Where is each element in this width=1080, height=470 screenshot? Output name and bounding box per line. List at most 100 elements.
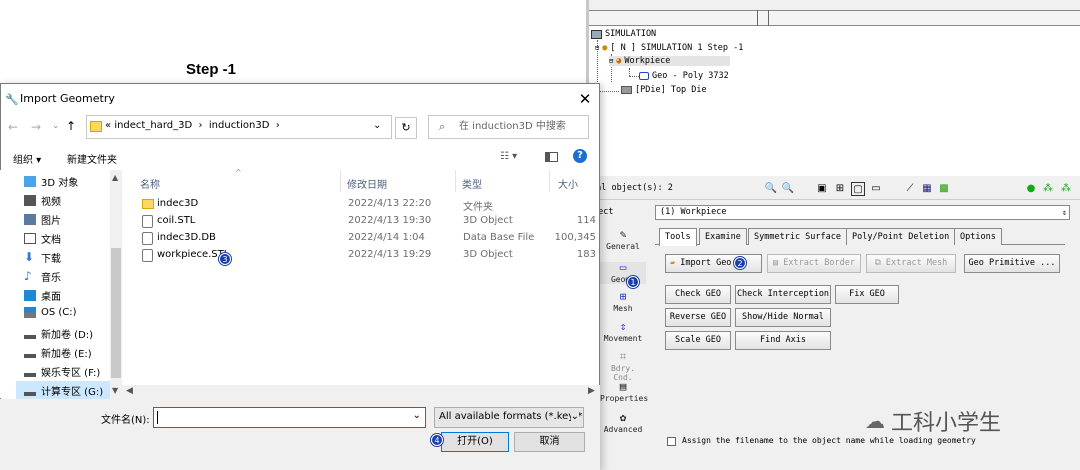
collapse-icon[interactable]: ⊟ (609, 57, 613, 65)
file-row[interactable]: workpiece.STL 2022/4/13 19:29 3D Object … (140, 247, 600, 265)
show-hide-normal-button[interactable]: Show/Hide Normal (735, 308, 831, 327)
extract-border-button[interactable]: ▤ Extract Border (767, 254, 861, 273)
nav-item-3d-objects[interactable]: 3D 对象 (24, 174, 78, 189)
scroll-down-icon[interactable]: ▼ (112, 386, 118, 395)
refresh-icon[interactable]: ↻ (395, 117, 417, 139)
nav-item-documents[interactable]: 文档 (24, 231, 61, 246)
select-icon[interactable]: ▣ (815, 182, 829, 196)
file-row[interactable]: indec3D.DB 2022/4/14 1:04 Data Base File… (140, 230, 600, 248)
organize-button[interactable]: 组织 ▾ (13, 151, 41, 166)
nav-item-videos[interactable]: 视频 (24, 193, 61, 208)
scroll-right-icon[interactable]: ▶ (588, 386, 595, 396)
check-geo-button[interactable]: Check GEO (665, 285, 731, 304)
address-dropdown-icon[interactable]: ⌄ (373, 120, 381, 131)
mesh-icon[interactable]: ▩ (937, 182, 951, 196)
object-tree[interactable]: SIMULATION ⊟ ● [ N ] SIMULATION 1 Step -… (589, 26, 1080, 176)
reverse-geo-button[interactable]: Reverse GEO (665, 308, 731, 327)
search-input[interactable]: ⌕ 在 induction3D 中搜索 (428, 115, 589, 139)
sidebar-item-mesh[interactable]: ⊞ Mesh (600, 291, 646, 314)
object-select[interactable]: (1) Workpiece ⇕ (655, 205, 1070, 220)
measure-icon[interactable]: ⟋ (903, 182, 917, 196)
sidebar-item-properties[interactable]: ▤ Properties (600, 381, 648, 404)
nav-item-drive-d[interactable]: 新加卷 (D:) (24, 326, 93, 341)
zoom-icon[interactable]: 🔍 (764, 182, 778, 196)
view-icon[interactable]: ▢ (851, 182, 865, 196)
nav-item-drive-f[interactable]: 娱乐专区 (F:) (24, 364, 100, 379)
nav-item-drive-e[interactable]: 新加卷 (E:) (24, 345, 92, 360)
column-type[interactable]: 类型 (462, 176, 482, 191)
cube-icon[interactable]: ▦ (920, 182, 934, 196)
chevron-down-icon[interactable]: ⌄ (570, 411, 579, 422)
forward-icon[interactable]: → (31, 120, 41, 134)
up-icon[interactable]: ↑ (66, 119, 76, 133)
grid-icon[interactable]: ⊞ (833, 182, 847, 196)
nav-scrollbar[interactable]: ▲ ▼ (110, 170, 122, 400)
tab-symmetric-surface[interactable]: Symmetric Surface (748, 228, 847, 245)
scroll-thumb[interactable] (111, 248, 121, 378)
tools-tab-body (655, 244, 1065, 459)
view-options-icon[interactable]: ☷ ▾ (500, 151, 517, 162)
step-badge: 3 (219, 253, 231, 265)
column-date[interactable]: 修改日期 (347, 176, 387, 191)
simulation-run-icon: ● (602, 43, 608, 53)
chevron-down-icon[interactable]: ⌄ (413, 410, 421, 421)
open-button[interactable]: 打开(O) (441, 432, 509, 452)
dialog-title: Import Geometry (20, 92, 115, 105)
nav-item-drive-g[interactable]: 计算专区 (G:) (24, 383, 103, 398)
scroll-up-icon[interactable]: ▲ (112, 173, 118, 182)
nodes-icon[interactable]: ⁂ (1059, 182, 1073, 196)
tree-node-simulation[interactable]: SIMULATION (591, 29, 656, 39)
extract-mesh-button[interactable]: ⧉ Extract Mesh (866, 254, 956, 273)
extract-mesh-icon: ⧉ (874, 258, 881, 268)
collapse-icon[interactable]: ⊟ (595, 44, 599, 52)
video-icon (24, 195, 36, 206)
file-format-select[interactable]: All available formats (*.key * ⌄ (434, 407, 584, 428)
cancel-button[interactable]: 取消 (514, 432, 585, 452)
nav-item-desktop[interactable]: 桌面 (24, 288, 61, 303)
sidebar-item-movement[interactable]: ⇕ Movement (600, 321, 646, 344)
tree-node-topdie[interactable]: [PDie] Top Die (621, 85, 707, 95)
import-geo-button[interactable]: ▰ Import Geo (665, 254, 762, 273)
drive-icon (24, 385, 36, 396)
column-size[interactable]: 大小 (558, 176, 578, 191)
spin-icon[interactable]: ⇕ (1062, 206, 1067, 219)
file-list-hscrollbar[interactable]: ◀ ▶ (122, 385, 600, 399)
file-row[interactable]: indec3D 2022/4/13 22:20 文件夹 (140, 196, 600, 214)
tree-node-sim1[interactable]: ⊟ ● [ N ] SIMULATION 1 Step -1 (595, 43, 743, 53)
zoom-out-icon[interactable]: 🔍 (781, 182, 795, 196)
sidebar-item-geometry[interactable]: ▭ Geome (600, 262, 646, 284)
tree-node-geo[interactable]: Geo - Poly 3732 (639, 71, 729, 81)
nav-item-pictures[interactable]: 图片 (24, 212, 61, 227)
preview-pane-icon[interactable] (545, 152, 558, 162)
fix-geo-button[interactable]: Fix GEO (835, 285, 899, 304)
help-icon[interactable]: ? (573, 149, 587, 163)
breadcrumb: « indect_hard_3D › induction3D › (105, 120, 280, 131)
scale-geo-button[interactable]: Scale GEO (665, 331, 731, 350)
tab-tools[interactable]: Tools (659, 228, 697, 246)
nav-item-music[interactable]: ♪ 音乐 (24, 269, 61, 284)
tab-examine[interactable]: Examine (699, 228, 747, 245)
scroll-left-icon[interactable]: ◀ (126, 386, 133, 396)
sidebar-item-advanced[interactable]: ✿ Advanced (600, 412, 646, 435)
sidebar-item-general[interactable]: ✎ General (600, 229, 646, 252)
sidebar-item-bdry[interactable]: ⌗ Bdry. Cnd. (600, 351, 646, 383)
assign-filename-checkbox[interactable] (667, 437, 676, 446)
monitor-icon[interactable]: ▭ (869, 182, 883, 196)
check-interception-button[interactable]: Check Interception (735, 285, 831, 304)
filename-input[interactable]: ⌄ (153, 407, 426, 428)
address-bar[interactable]: « indect_hard_3D › induction3D › ⌄ (86, 115, 392, 139)
tab-options[interactable]: Options (954, 228, 1002, 245)
chevron-down-icon[interactable]: ⌄ (52, 121, 60, 131)
find-axis-button[interactable]: Find Axis (735, 331, 831, 350)
geo-primitive-button[interactable]: Geo Primitive ... (964, 254, 1060, 273)
cluster-icon[interactable]: ⁂ (1041, 182, 1055, 196)
file-row[interactable]: coil.STL 2022/4/13 19:30 3D Object 114 (140, 213, 600, 231)
tree-node-workpiece[interactable]: ⊟ ◕ Workpiece (609, 56, 731, 66)
new-folder-button[interactable]: 新建文件夹 (67, 151, 117, 166)
nav-item-downloads[interactable]: ⬇ 下载 (24, 250, 61, 265)
back-icon[interactable]: ← (8, 120, 18, 134)
close-icon[interactable]: ✕ (577, 90, 593, 108)
tab-poly-point-deletion[interactable]: Poly/Point Deletion (846, 228, 956, 245)
column-name[interactable]: 名称 (140, 176, 160, 191)
nav-item-drive-c[interactable]: OS (C:) (24, 307, 77, 318)
